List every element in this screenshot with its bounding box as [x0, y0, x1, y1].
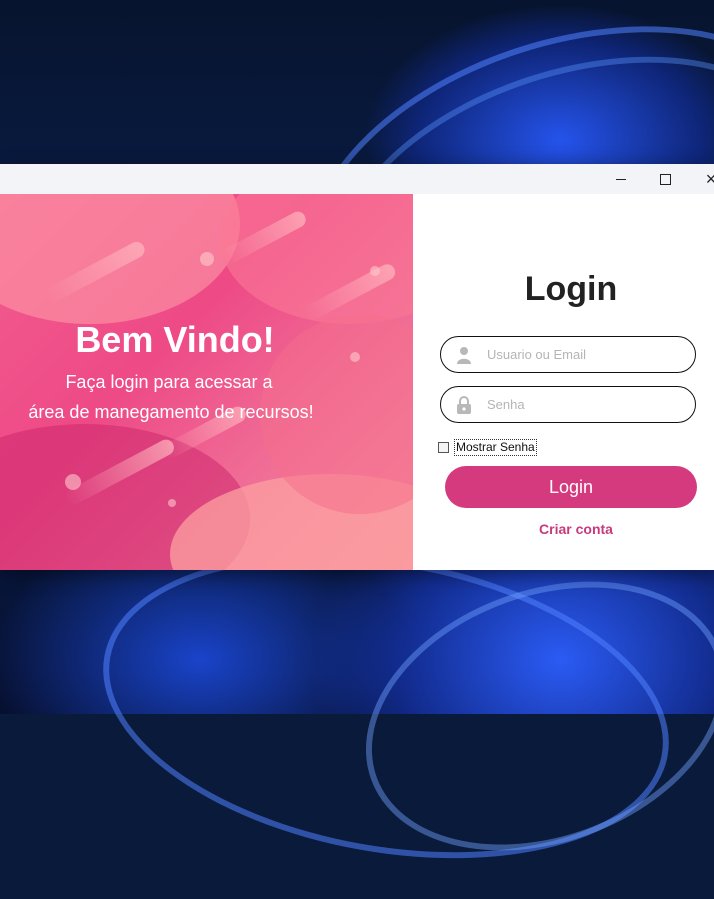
- welcome-subtitle-line1: Faça login para acessar a: [65, 372, 273, 392]
- login-title: Login: [524, 270, 618, 308]
- show-password-checkbox[interactable]: [438, 442, 449, 453]
- close-button[interactable]: ×: [688, 164, 714, 194]
- login-button[interactable]: Login: [445, 466, 697, 508]
- login-window: × Bem Vindo! Faça login para acessar a á…: [0, 164, 714, 570]
- welcome-panel: Bem Vindo! Faça login para acessar a áre…: [0, 194, 413, 570]
- user-icon: [441, 346, 487, 364]
- decor-dot: [65, 474, 81, 490]
- welcome-title: Bem Vindo!: [75, 319, 275, 360]
- decor-dot: [200, 252, 214, 266]
- password-input[interactable]: [487, 397, 682, 412]
- minimize-button[interactable]: [598, 164, 644, 194]
- wallpaper-swirl: [328, 533, 714, 899]
- username-field[interactable]: [440, 336, 696, 373]
- password-field[interactable]: [440, 386, 696, 423]
- decor-dot: [350, 352, 360, 362]
- show-password-label[interactable]: Mostrar Senha: [454, 439, 537, 456]
- decor-dot: [370, 266, 380, 276]
- login-form: Login Mostrar Senha: [413, 194, 714, 570]
- username-input[interactable]: [487, 347, 682, 362]
- decor-dot: [168, 499, 176, 507]
- minimize-icon: [616, 178, 626, 180]
- wallpaper-swirl: [78, 512, 694, 899]
- lock-icon: [441, 395, 487, 414]
- close-icon: ×: [705, 168, 714, 189]
- welcome-subtitle-line2: área de manegamento de recursos!: [28, 402, 314, 422]
- show-password-row[interactable]: Mostrar Senha: [438, 439, 537, 456]
- create-account-link[interactable]: Criar conta: [413, 521, 714, 537]
- window-titlebar[interactable]: ×: [0, 164, 714, 195]
- maximize-button[interactable]: [642, 164, 688, 194]
- maximize-icon: [659, 173, 671, 185]
